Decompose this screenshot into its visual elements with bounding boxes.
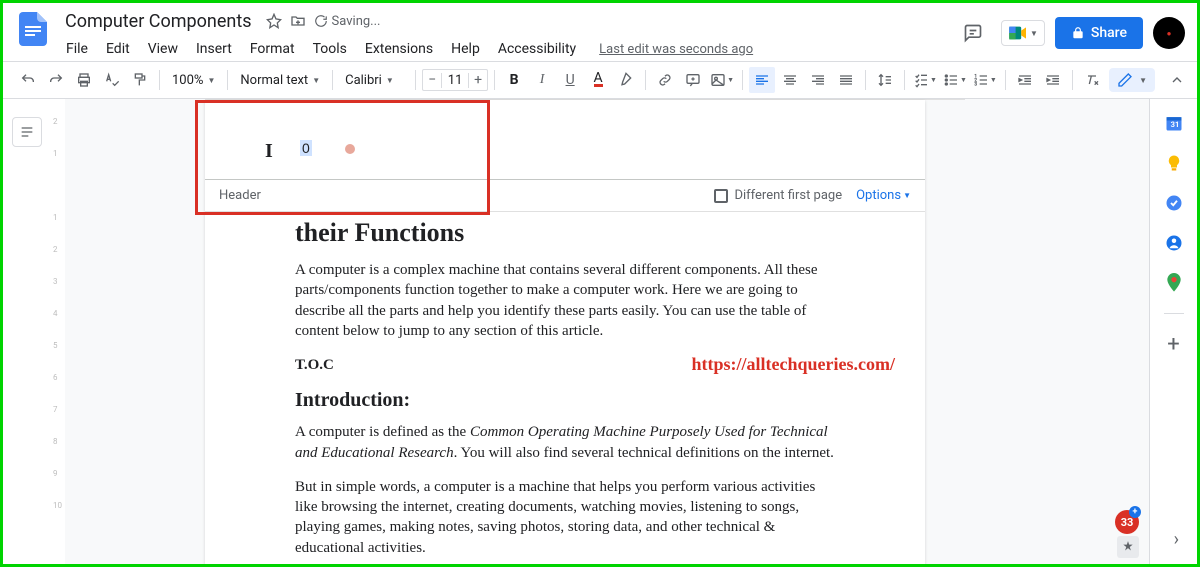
different-first-page-checkbox[interactable]: Different first page xyxy=(714,188,842,203)
header-selected-text[interactable]: 0 xyxy=(300,140,312,156)
menu-view[interactable]: View xyxy=(141,37,185,61)
side-panel-collapse-icon[interactable]: › xyxy=(1174,529,1179,550)
vertical-ruler: 2 1 1 2 3 4 5 6 7 8 9 10 xyxy=(51,99,65,564)
text-color-icon[interactable]: A xyxy=(585,67,611,93)
menu-format[interactable]: Format xyxy=(243,37,302,61)
align-justify-icon[interactable] xyxy=(833,67,859,93)
checklist-icon[interactable]: ▼ xyxy=(911,67,939,93)
doc-paragraph: A computer is defined as the Common Oper… xyxy=(295,422,835,463)
saving-label: Saving... xyxy=(332,14,381,29)
menu-accessibility[interactable]: Accessibility xyxy=(491,37,583,61)
share-label: Share xyxy=(1091,25,1127,41)
share-button[interactable]: Share xyxy=(1055,17,1143,49)
star-icon[interactable] xyxy=(266,13,282,29)
contacts-icon[interactable] xyxy=(1164,233,1184,253)
underline-icon[interactable]: U xyxy=(557,67,583,93)
document-body[interactable]: their Functions A computer is a complex … xyxy=(205,212,925,564)
header-options-bar: Header Different first page Options▼ xyxy=(205,180,925,212)
calendar-icon[interactable]: 31 xyxy=(1164,113,1184,133)
numbered-list-icon[interactable]: 123▼ xyxy=(971,67,999,93)
add-addon-icon[interactable]: + xyxy=(1164,334,1184,354)
line-spacing-icon[interactable] xyxy=(872,67,898,93)
maps-icon[interactable] xyxy=(1164,273,1184,293)
document-outline-icon[interactable] xyxy=(12,117,42,147)
menu-insert[interactable]: Insert xyxy=(189,37,239,61)
align-center-icon[interactable] xyxy=(777,67,803,93)
doc-heading-1: their Functions xyxy=(295,218,835,248)
spellcheck-icon[interactable] xyxy=(99,67,125,93)
hide-menus-icon[interactable] xyxy=(1169,72,1185,88)
font-size-increase[interactable]: + xyxy=(469,72,487,88)
side-panel: 31 + xyxy=(1149,99,1197,564)
svg-text:31: 31 xyxy=(1170,120,1179,129)
doc-heading-2: Introduction: xyxy=(295,389,835,412)
bold-icon[interactable]: B xyxy=(501,67,527,93)
doc-paragraph: But in simple words, a computer is a mac… xyxy=(295,477,835,558)
explore-icon[interactable] xyxy=(1117,536,1139,558)
watermark-url: https://alltechqueries.com/ xyxy=(692,354,895,375)
paragraph-style-select[interactable]: Normal text▼ xyxy=(234,71,326,90)
document-title[interactable]: Computer Components xyxy=(59,9,258,34)
collaborator-cursor-icon xyxy=(345,144,355,154)
svg-text:3: 3 xyxy=(974,81,977,87)
comment-history-icon[interactable] xyxy=(955,15,991,51)
font-size-stepper[interactable]: − 11 + xyxy=(422,69,488,91)
paint-format-icon[interactable] xyxy=(127,67,153,93)
header-label: Header xyxy=(219,188,261,203)
zoom-select[interactable]: 100%▼ xyxy=(166,71,221,90)
meet-button[interactable]: ▼ xyxy=(1001,20,1045,46)
print-icon[interactable] xyxy=(71,67,97,93)
menubar: File Edit View Insert Format Tools Exten… xyxy=(59,37,955,61)
toolbar: 100%▼ Normal text▼ Calibri▼ − 11 + B I U… xyxy=(3,61,1197,99)
move-folder-icon[interactable] xyxy=(290,13,306,29)
insert-link-icon[interactable] xyxy=(652,67,678,93)
text-cursor-icon: I xyxy=(265,140,273,163)
last-edit-link[interactable]: Last edit was seconds ago xyxy=(599,42,753,57)
menu-help[interactable]: Help xyxy=(444,37,487,61)
menu-extensions[interactable]: Extensions xyxy=(358,37,440,61)
menu-file[interactable]: File xyxy=(59,37,95,61)
font-size-value[interactable]: 11 xyxy=(441,73,469,88)
align-right-icon[interactable] xyxy=(805,67,831,93)
align-left-icon[interactable] xyxy=(749,67,775,93)
doc-paragraph: A computer is a complex machine that con… xyxy=(295,260,835,341)
insert-image-icon[interactable]: ▼ xyxy=(708,67,736,93)
font-select[interactable]: Calibri▼ xyxy=(339,71,409,90)
tasks-icon[interactable] xyxy=(1164,193,1184,213)
redo-icon[interactable] xyxy=(43,67,69,93)
docs-logo[interactable] xyxy=(15,11,51,47)
italic-icon[interactable]: I xyxy=(529,67,555,93)
increase-indent-icon[interactable] xyxy=(1040,67,1066,93)
font-size-decrease[interactable]: − xyxy=(423,72,441,88)
bulleted-list-icon[interactable]: ▼ xyxy=(941,67,969,93)
notification-badge[interactable]: 33 xyxy=(1115,510,1139,534)
different-first-page-label: Different first page xyxy=(734,188,842,203)
decrease-indent-icon[interactable] xyxy=(1012,67,1038,93)
save-status: Saving... xyxy=(314,14,381,29)
undo-icon[interactable] xyxy=(15,67,41,93)
insert-comment-icon[interactable] xyxy=(680,67,706,93)
document-page[interactable]: I 0 Header Different first page Options▼ xyxy=(205,100,925,564)
clear-formatting-icon[interactable] xyxy=(1079,67,1105,93)
highlight-color-icon[interactable] xyxy=(613,67,639,93)
menu-edit[interactable]: Edit xyxy=(99,37,137,61)
header-edit-zone[interactable]: I 0 xyxy=(205,100,925,180)
account-avatar[interactable]: ● xyxy=(1153,17,1185,49)
editing-mode-button[interactable]: ▼ xyxy=(1109,68,1155,92)
menu-tools[interactable]: Tools xyxy=(306,37,354,61)
keep-icon[interactable] xyxy=(1164,153,1184,173)
header-options-button[interactable]: Options▼ xyxy=(856,188,911,203)
